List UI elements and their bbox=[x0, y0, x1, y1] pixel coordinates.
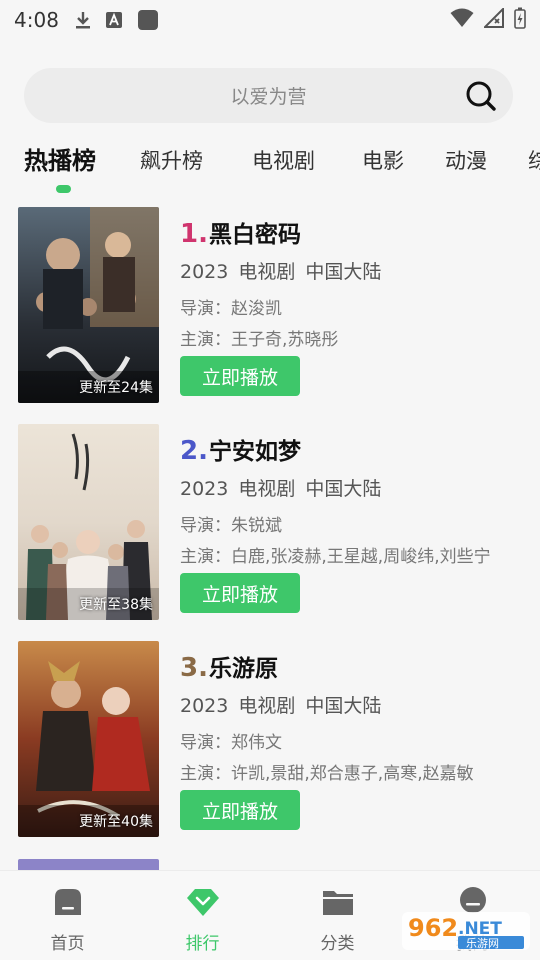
list-item[interactable]: 更新至40集 3.乐游原 2023 电视剧 中国大陆 导演：郑伟文 主演：许凯,景甜… bbox=[0, 641, 540, 841]
year: 2023 bbox=[180, 695, 229, 717]
search-placeholder: 以爱为营 bbox=[230, 86, 307, 108]
home-icon bbox=[51, 885, 85, 919]
cast: 主演：白鹿,张凌赫,王星越,周峻纬,刘些宁 bbox=[180, 547, 491, 567]
font-icon bbox=[105, 11, 123, 29]
cast: 主演：许凯,景甜,郑合惠子,高寒,赵嘉敏 bbox=[180, 764, 474, 784]
genre: 电视剧 bbox=[238, 261, 296, 283]
genre: 电视剧 bbox=[238, 695, 296, 717]
watermark-logo: 962 .NET 乐游网 bbox=[400, 908, 535, 954]
title-text: 宁安如梦 bbox=[208, 439, 301, 465]
tab-movie[interactable]: 电影 bbox=[362, 145, 404, 175]
search-bar[interactable]: 以爱为营 bbox=[24, 68, 513, 123]
nav-category[interactable]: 分类 bbox=[270, 871, 405, 960]
nav-home-label: 首页 bbox=[50, 934, 85, 954]
ranking-icon bbox=[186, 885, 220, 919]
item-title: 2.宁安如梦 bbox=[180, 432, 301, 466]
item-meta: 2023 电视剧 中国大陆 bbox=[180, 257, 391, 284]
download-icon bbox=[75, 10, 91, 30]
region: 中国大陆 bbox=[305, 261, 382, 283]
item-meta: 2023 电视剧 中国大陆 bbox=[180, 474, 391, 501]
nav-ranking[interactable]: 排行 bbox=[135, 871, 270, 960]
tab-tv[interactable]: 电视剧 bbox=[252, 145, 315, 175]
rank-number: 1. bbox=[180, 219, 208, 249]
episode-update-label: 更新至40集 bbox=[79, 814, 153, 830]
poster[interactable]: 更新至24集 bbox=[18, 207, 159, 403]
poster[interactable]: 更新至40集 bbox=[18, 641, 159, 837]
folder-icon bbox=[321, 885, 355, 919]
play-now-button[interactable]: 立即播放 bbox=[180, 790, 300, 830]
status-bar: 4:08 bbox=[0, 0, 540, 40]
wifi-icon bbox=[450, 8, 474, 32]
play-now-button[interactable]: 立即播放 bbox=[180, 573, 300, 613]
list-item[interactable]: 更新至38集 2.宁安如梦 2023 电视剧 中国大陆 导演：朱锐斌 主演：白鹿,张… bbox=[0, 424, 540, 624]
nav-ranking-label: 排行 bbox=[185, 934, 220, 954]
tab-indicator bbox=[56, 185, 71, 193]
rank-number: 3. bbox=[180, 653, 208, 683]
tab-hot[interactable]: 热播榜 bbox=[24, 141, 96, 176]
tab-rising[interactable]: 飙升榜 bbox=[140, 145, 203, 175]
tab-anime[interactable]: 动漫 bbox=[445, 145, 487, 175]
svg-text:乐游网: 乐游网 bbox=[466, 937, 499, 950]
signal-icon bbox=[482, 6, 504, 32]
poster[interactable]: 更新至38集 bbox=[18, 424, 159, 620]
year: 2023 bbox=[180, 478, 229, 500]
item-meta: 2023 电视剧 中国大陆 bbox=[180, 691, 391, 718]
status-time: 4:08 bbox=[14, 8, 59, 32]
episode-update-label: 更新至38集 bbox=[79, 597, 153, 613]
title-text: 黑白密码 bbox=[208, 222, 301, 248]
director: 导演：朱锐斌 bbox=[180, 516, 282, 536]
genre: 电视剧 bbox=[238, 478, 296, 500]
search-icon[interactable] bbox=[465, 80, 497, 112]
cast: 主演：王子奇,苏晓彤 bbox=[180, 330, 339, 350]
year: 2023 bbox=[180, 261, 229, 283]
title-text: 乐游原 bbox=[208, 656, 278, 682]
region: 中国大陆 bbox=[305, 695, 382, 717]
category-tabs: 热播榜 飙升榜 电视剧 电影 动漫 综 bbox=[0, 140, 540, 200]
list-item[interactable]: 更新至24集 1.黑白密码 2023 电视剧 中国大陆 导演：赵浚凯 主演：王子奇,… bbox=[0, 207, 540, 407]
episode-update-label: 更新至24集 bbox=[79, 380, 153, 396]
item-title: 3.乐游原 bbox=[180, 649, 278, 683]
play-now-button[interactable]: 立即播放 bbox=[180, 356, 300, 396]
tab-variety[interactable]: 综 bbox=[528, 145, 540, 175]
nav-home[interactable]: 首页 bbox=[0, 871, 135, 960]
app-icon bbox=[137, 9, 159, 31]
rank-number: 2. bbox=[180, 436, 208, 466]
region: 中国大陆 bbox=[305, 478, 382, 500]
item-title: 1.黑白密码 bbox=[180, 215, 301, 249]
director: 导演：郑伟文 bbox=[180, 733, 282, 753]
battery-icon bbox=[514, 7, 526, 33]
nav-category-label: 分类 bbox=[320, 934, 355, 954]
svg-text:962: 962 bbox=[408, 914, 458, 942]
director: 导演：赵浚凯 bbox=[180, 299, 282, 319]
